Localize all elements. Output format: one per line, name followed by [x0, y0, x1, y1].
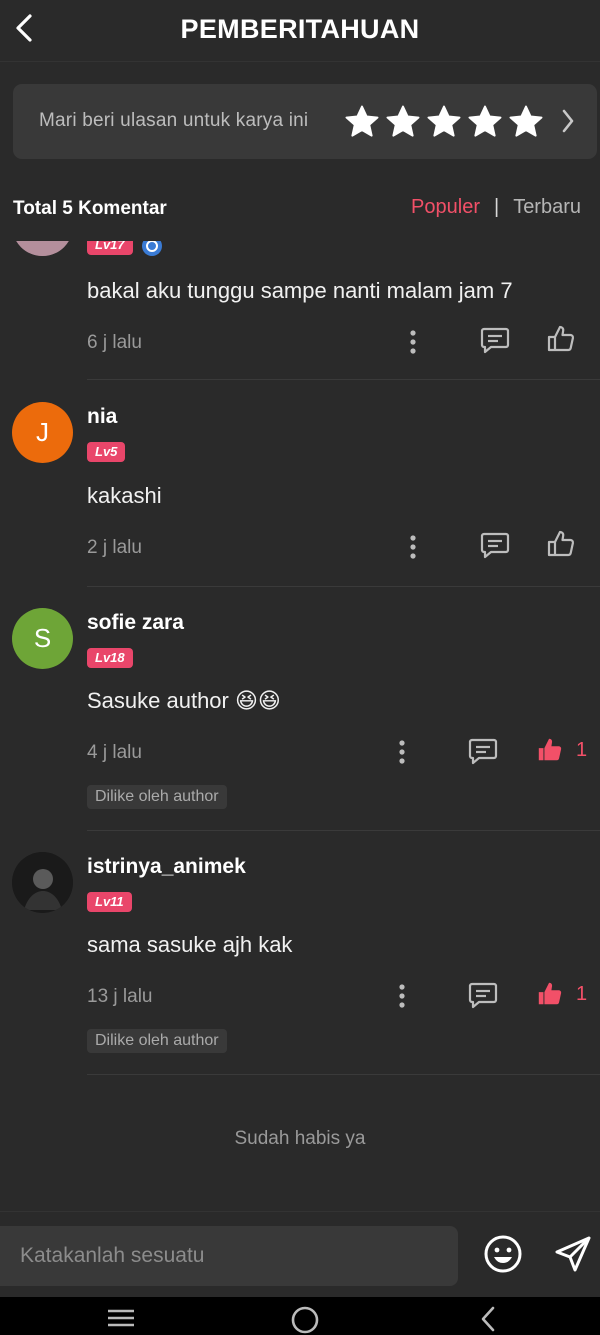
star-icon[interactable]: [343, 103, 381, 141]
comment-text: sama sasuke ajh kak: [87, 932, 293, 957]
comment-time: 6 j lalu: [87, 332, 142, 353]
comment-username[interactable]: nia: [87, 405, 117, 429]
comment-filter-row: Total 5 Komentar Populer | Terbaru: [0, 190, 600, 230]
verified-badge-icon: [142, 241, 162, 256]
emoji-icon[interactable]: [483, 1234, 523, 1274]
send-icon[interactable]: [553, 1234, 593, 1274]
reply-icon[interactable]: [468, 981, 498, 1009]
comment-text: Sasuke author 😆😆: [87, 688, 281, 713]
avatar-letter: S: [33, 623, 52, 653]
reply-icon[interactable]: [468, 737, 498, 765]
comment-divider: [87, 1074, 600, 1075]
reply-icon[interactable]: [480, 531, 510, 559]
comment-username[interactable]: sofie zara: [87, 611, 184, 635]
end-of-list-text: Sudah habis ya: [234, 1128, 366, 1149]
like-count: 1: [576, 738, 588, 761]
level-badge: Lv18: [87, 648, 133, 668]
comment-text: bakal aku tunggu sampe nanti malam jam 7: [87, 278, 513, 303]
tab-popular[interactable]: Populer: [411, 196, 480, 219]
app-header: PEMBERITAHUAN: [0, 0, 600, 62]
system-back-icon[interactable]: [478, 1305, 498, 1333]
like-icon[interactable]: [546, 324, 576, 354]
comment-input-bar: [0, 1211, 600, 1297]
avatar[interactable]: [12, 852, 73, 913]
level-badge: Lv17: [87, 241, 133, 255]
comment-text: kakashi: [87, 483, 162, 508]
more-options-icon[interactable]: [409, 329, 417, 355]
home-icon[interactable]: [290, 1305, 320, 1335]
level-badge: Lv11: [87, 892, 132, 912]
more-options-icon[interactable]: [398, 739, 406, 765]
page-title: PEMBERITAHUAN: [180, 14, 420, 44]
chevron-right-icon: [562, 109, 574, 133]
star-icon[interactable]: [425, 103, 463, 141]
comment-time: 13 j lalu: [87, 986, 153, 1007]
like-icon[interactable]: [546, 529, 576, 559]
rating-prompt-bar[interactable]: Mari beri ulasan untuk karya ini: [13, 84, 597, 159]
tab-newest[interactable]: Terbaru: [513, 196, 581, 219]
comment-input[interactable]: [0, 1226, 458, 1286]
like-button[interactable]: 1: [536, 980, 587, 1008]
star-icon[interactable]: [384, 103, 422, 141]
comment-item: Lv17 bakal aku tunggu sampe nanti malam …: [0, 241, 600, 381]
rating-prompt-text: Mari beri ulasan untuk karya ini: [39, 110, 309, 131]
comment-item: J nia Lv5 kakashi 2 j lalu: [0, 381, 600, 587]
avatar-photo-icon: [16, 241, 69, 256]
star-icon[interactable]: [507, 103, 545, 141]
more-options-icon[interactable]: [409, 534, 417, 560]
comment-item: istrinya_animek Lv11 sama sasuke ajh kak…: [0, 831, 600, 1075]
like-button[interactable]: 1: [536, 736, 587, 764]
star-icon[interactable]: [466, 103, 504, 141]
avatar[interactable]: S: [12, 608, 73, 669]
avatar[interactable]: J: [12, 402, 73, 463]
liked-by-author-tag: Dilike oleh author: [87, 785, 227, 809]
comment-username[interactable]: istrinya_animek: [87, 855, 246, 879]
reply-icon[interactable]: [480, 326, 510, 354]
thumbs-up-filled-icon: [538, 982, 562, 1005]
comment-divider: [87, 379, 600, 380]
avatar-letter: J: [36, 417, 49, 447]
thumbs-up-filled-icon: [538, 738, 562, 761]
rating-stars[interactable]: [343, 103, 545, 141]
comment-item: S sofie zara Lv18 Sasuke author 😆😆 4 j l…: [0, 587, 600, 831]
avatar[interactable]: [12, 241, 73, 256]
comment-time: 4 j lalu: [87, 742, 142, 763]
system-navigation-bar: [0, 1297, 600, 1335]
recent-apps-icon[interactable]: [106, 1307, 136, 1329]
level-badge: Lv5: [87, 442, 126, 462]
comment-time: 2 j lalu: [87, 537, 142, 558]
like-count: 1: [576, 982, 588, 1005]
sort-tabs: Populer | Terbaru: [411, 196, 581, 219]
comment-list[interactable]: Lv17 bakal aku tunggu sampe nanti malam …: [0, 241, 600, 1211]
comment-total: Total 5 Komentar: [13, 198, 167, 219]
tab-separator: |: [493, 196, 500, 218]
liked-by-author-tag: Dilike oleh author: [87, 1029, 227, 1053]
avatar-photo-icon: [12, 852, 73, 913]
more-options-icon[interactable]: [398, 983, 406, 1009]
